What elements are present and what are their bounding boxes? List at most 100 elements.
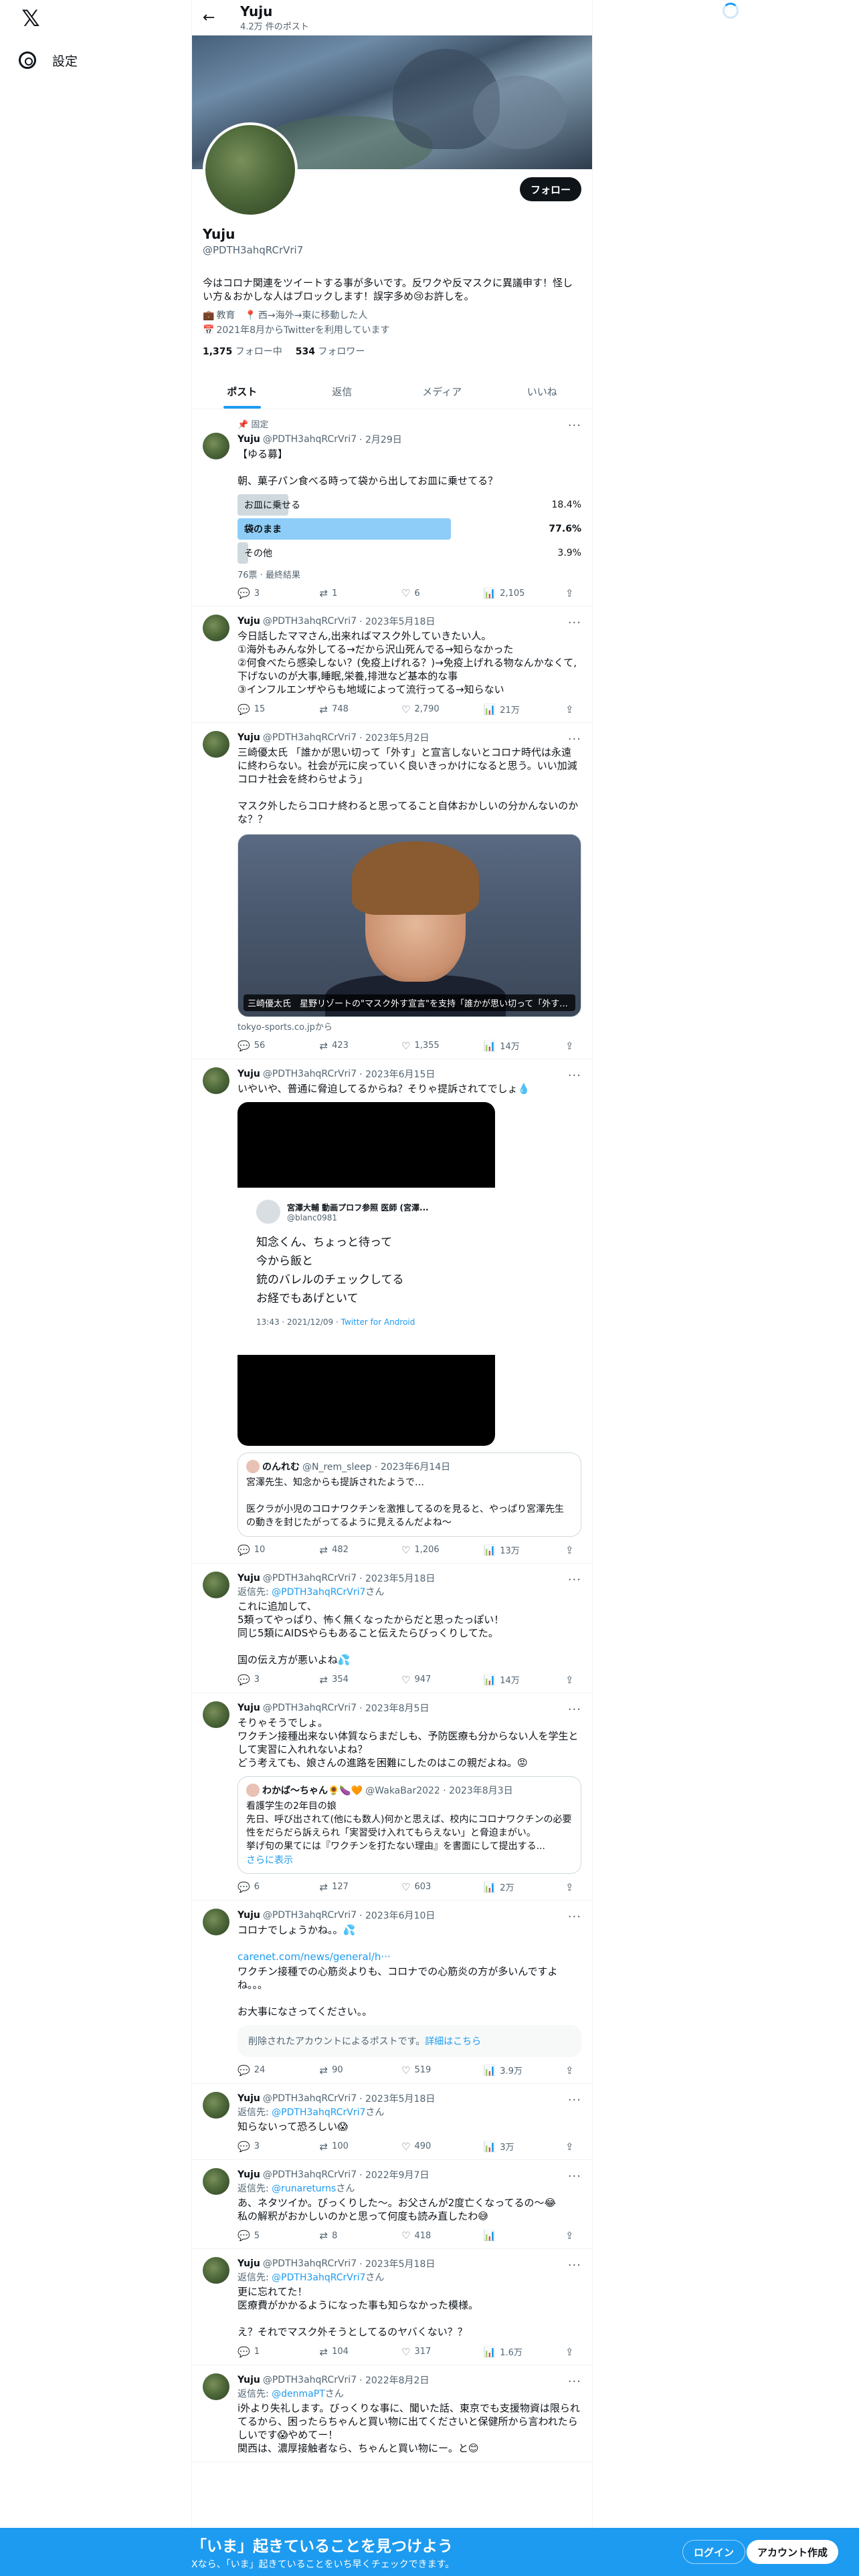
link-card-image[interactable]: 三崎優太氏 星野リゾートの"マスク外す宣言"を支持「誰かが思い切って「外す...	[237, 834, 581, 1017]
tweet-author[interactable]: Yuju	[237, 616, 260, 627]
avatar[interactable]	[203, 2168, 229, 2195]
link-card-source[interactable]: tokyo-sports.co.jpから	[237, 1020, 581, 1033]
reply-button[interactable]: 💬 56	[237, 1039, 284, 1052]
tweet-author[interactable]: Yuju	[237, 2169, 260, 2180]
views-button[interactable]: 📊 14万	[484, 1039, 531, 1053]
tweet[interactable]: ··· Yuju @PDTH3ahqRCrVri7 · 2023年5月18日 返信先…	[192, 2084, 592, 2160]
profile-avatar[interactable]	[203, 122, 298, 217]
tweet-handle[interactable]: @PDTH3ahqRCrVri7	[263, 1910, 357, 1921]
views-button[interactable]: 📊 1.6万	[484, 2345, 531, 2359]
views-button[interactable]: 📊 21万	[484, 703, 531, 716]
tweet-date[interactable]: · 2023年6月15日	[359, 1067, 435, 1081]
retweet-button[interactable]: ⇄ 1	[320, 587, 367, 599]
tweet-handle[interactable]: @PDTH3ahqRCrVri7	[263, 2375, 357, 2385]
tweet-author[interactable]: Yuju	[237, 2258, 260, 2269]
share-button[interactable]: ⇪	[565, 1881, 579, 1893]
tweet-handle[interactable]: @PDTH3ahqRCrVri7	[263, 2093, 357, 2104]
tweet-handle[interactable]: @PDTH3ahqRCrVri7	[263, 1069, 357, 1079]
tweet-author[interactable]: Yuju	[237, 1069, 260, 1079]
retweet-button[interactable]: ⇄ 100	[320, 2140, 367, 2153]
like-button[interactable]: ♡ 2,790	[401, 703, 448, 716]
avatar[interactable]	[203, 1909, 229, 1935]
tweet-handle[interactable]: @PDTH3ahqRCrVri7	[263, 434, 357, 445]
like-button[interactable]: ♡ 1,206	[401, 1543, 448, 1556]
share-button[interactable]: ⇪	[565, 2345, 579, 2358]
views-button[interactable]: 📊 14万	[484, 1673, 531, 1687]
tweet-date[interactable]: · 2023年5月18日	[359, 1572, 435, 1585]
reply-button[interactable]: 💬 10	[237, 1543, 284, 1556]
tweet-author[interactable]: Yuju	[237, 1910, 260, 1921]
avatar[interactable]	[203, 1701, 229, 1728]
like-button[interactable]: ♡ 6	[401, 587, 448, 599]
tweet-handle[interactable]: @PDTH3ahqRCrVri7	[263, 732, 357, 743]
tweet[interactable]: ··· Yuju @PDTH3ahqRCrVri7 · 2023年6月10日 コロナ…	[192, 1901, 592, 2084]
tweet-handle[interactable]: @PDTH3ahqRCrVri7	[263, 1573, 357, 1584]
tweet-author[interactable]: Yuju	[237, 2375, 260, 2385]
tweet-author[interactable]: Yuju	[237, 1703, 260, 1713]
tweet-date[interactable]: · 2022年9月7日	[359, 2168, 429, 2181]
reply-button[interactable]: 💬 6	[237, 1881, 284, 1893]
reply-button[interactable]: 💬 24	[237, 2064, 284, 2076]
tweet-date[interactable]: · 2月29日	[359, 433, 402, 446]
tweet[interactable]: ··· Yuju @PDTH3ahqRCrVri7 · 2023年8月5日 そりゃそ…	[192, 1693, 592, 1901]
reply-button[interactable]: 💬 5	[237, 2230, 284, 2242]
views-button[interactable]: 📊 3万	[484, 2140, 531, 2153]
share-button[interactable]: ⇪	[565, 2140, 579, 2153]
avatar[interactable]	[203, 615, 229, 641]
reply-button[interactable]: 💬 15	[237, 703, 284, 716]
avatar[interactable]	[203, 2092, 229, 2119]
more-icon[interactable]: ···	[568, 419, 581, 433]
more-icon[interactable]: ···	[568, 2375, 581, 2389]
share-button[interactable]: ⇪	[565, 1673, 579, 1686]
share-button[interactable]: ⇪	[565, 587, 579, 599]
retweet-button[interactable]: ⇄ 482	[320, 1543, 367, 1556]
views-button[interactable]: 📊 2,105	[484, 587, 531, 599]
login-button[interactable]: ログイン	[682, 2540, 746, 2564]
views-button[interactable]: 📊 3.9万	[484, 2064, 531, 2077]
retweet-button[interactable]: ⇄ 8	[320, 2230, 367, 2242]
retweet-button[interactable]: ⇄ 354	[320, 1673, 367, 1686]
followers-link[interactable]: 534 フォロワー	[296, 344, 365, 358]
avatar[interactable]	[203, 2257, 229, 2284]
tweet-date[interactable]: · 2023年8月5日	[359, 1701, 429, 1715]
share-button[interactable]: ⇪	[565, 1039, 579, 1052]
tweet[interactable]: ··· Yuju @PDTH3ahqRCrVri7 · 2023年5月18日 返信先…	[192, 2249, 592, 2365]
tab-media[interactable]: メディア	[392, 374, 492, 409]
tab-posts[interactable]: ポスト	[192, 374, 292, 409]
avatar[interactable]	[203, 1067, 229, 1094]
share-button[interactable]: ⇪	[565, 1543, 579, 1556]
retweet-button[interactable]: ⇄ 748	[320, 703, 367, 716]
more-icon[interactable]: ···	[568, 1703, 581, 1717]
back-arrow-icon[interactable]: ←	[203, 9, 219, 26]
tweet[interactable]: ··· Yuju @PDTH3ahqRCrVri7 · 2023年6月15日 いやい…	[192, 1059, 592, 1564]
tweet-handle[interactable]: @PDTH3ahqRCrVri7	[263, 2169, 357, 2180]
quote-tweet[interactable]: のんれむ @N_rem_sleep · 2023年6月14日 宮澤先生、知念からも…	[237, 1453, 581, 1537]
retweet-button[interactable]: ⇄ 90	[320, 2064, 367, 2076]
more-icon[interactable]: ···	[568, 2258, 581, 2272]
tweet-author[interactable]: Yuju	[237, 2093, 260, 2104]
tweet[interactable]: ··· Yuju @PDTH3ahqRCrVri7 · 2023年5月2日 三崎優太…	[192, 723, 592, 1059]
more-icon[interactable]: ···	[568, 1910, 581, 1924]
retweet-button[interactable]: ⇄ 104	[320, 2345, 367, 2358]
like-button[interactable]: ♡ 947	[401, 1673, 448, 1686]
following-link[interactable]: 1,375 フォロー中	[203, 344, 282, 358]
more-icon[interactable]: ···	[568, 1573, 581, 1587]
quote-tweet[interactable]: わかば〜ちゃん🌻🍆🧡 @WakaBar2022 · 2023年8月3日 看護学生の…	[237, 1776, 581, 1874]
tweet-handle[interactable]: @PDTH3ahqRCrVri7	[263, 616, 357, 627]
tweet-handle[interactable]: @PDTH3ahqRCrVri7	[263, 2258, 357, 2269]
reply-button[interactable]: 💬 3	[237, 1673, 284, 1686]
tweet[interactable]: 📌 固定 ··· Yuju @PDTH3ahqRCrVri7 · 2月29日 【ゆる…	[192, 409, 592, 607]
tweet[interactable]: ··· Yuju @PDTH3ahqRCrVri7 · 2023年5月18日 返信先…	[192, 1564, 592, 1693]
tweet-date[interactable]: · 2023年5月18日	[359, 615, 435, 628]
tweet[interactable]: ··· Yuju @PDTH3ahqRCrVri7 · 2022年8月2日 返信先:…	[192, 2365, 592, 2462]
like-button[interactable]: ♡ 1,355	[401, 1039, 448, 1052]
like-button[interactable]: ♡ 418	[401, 2230, 448, 2242]
tweet-link[interactable]: carenet.com/news/general/h···	[237, 1950, 581, 1963]
more-icon[interactable]: ···	[568, 2169, 581, 2183]
tweet-date[interactable]: · 2023年5月2日	[359, 731, 429, 744]
avatar[interactable]	[203, 2373, 229, 2400]
share-button[interactable]: ⇪	[565, 703, 579, 716]
avatar[interactable]	[203, 433, 229, 459]
tweet-date[interactable]: · 2023年5月18日	[359, 2092, 435, 2105]
tweet-date[interactable]: · 2022年8月2日	[359, 2373, 429, 2387]
